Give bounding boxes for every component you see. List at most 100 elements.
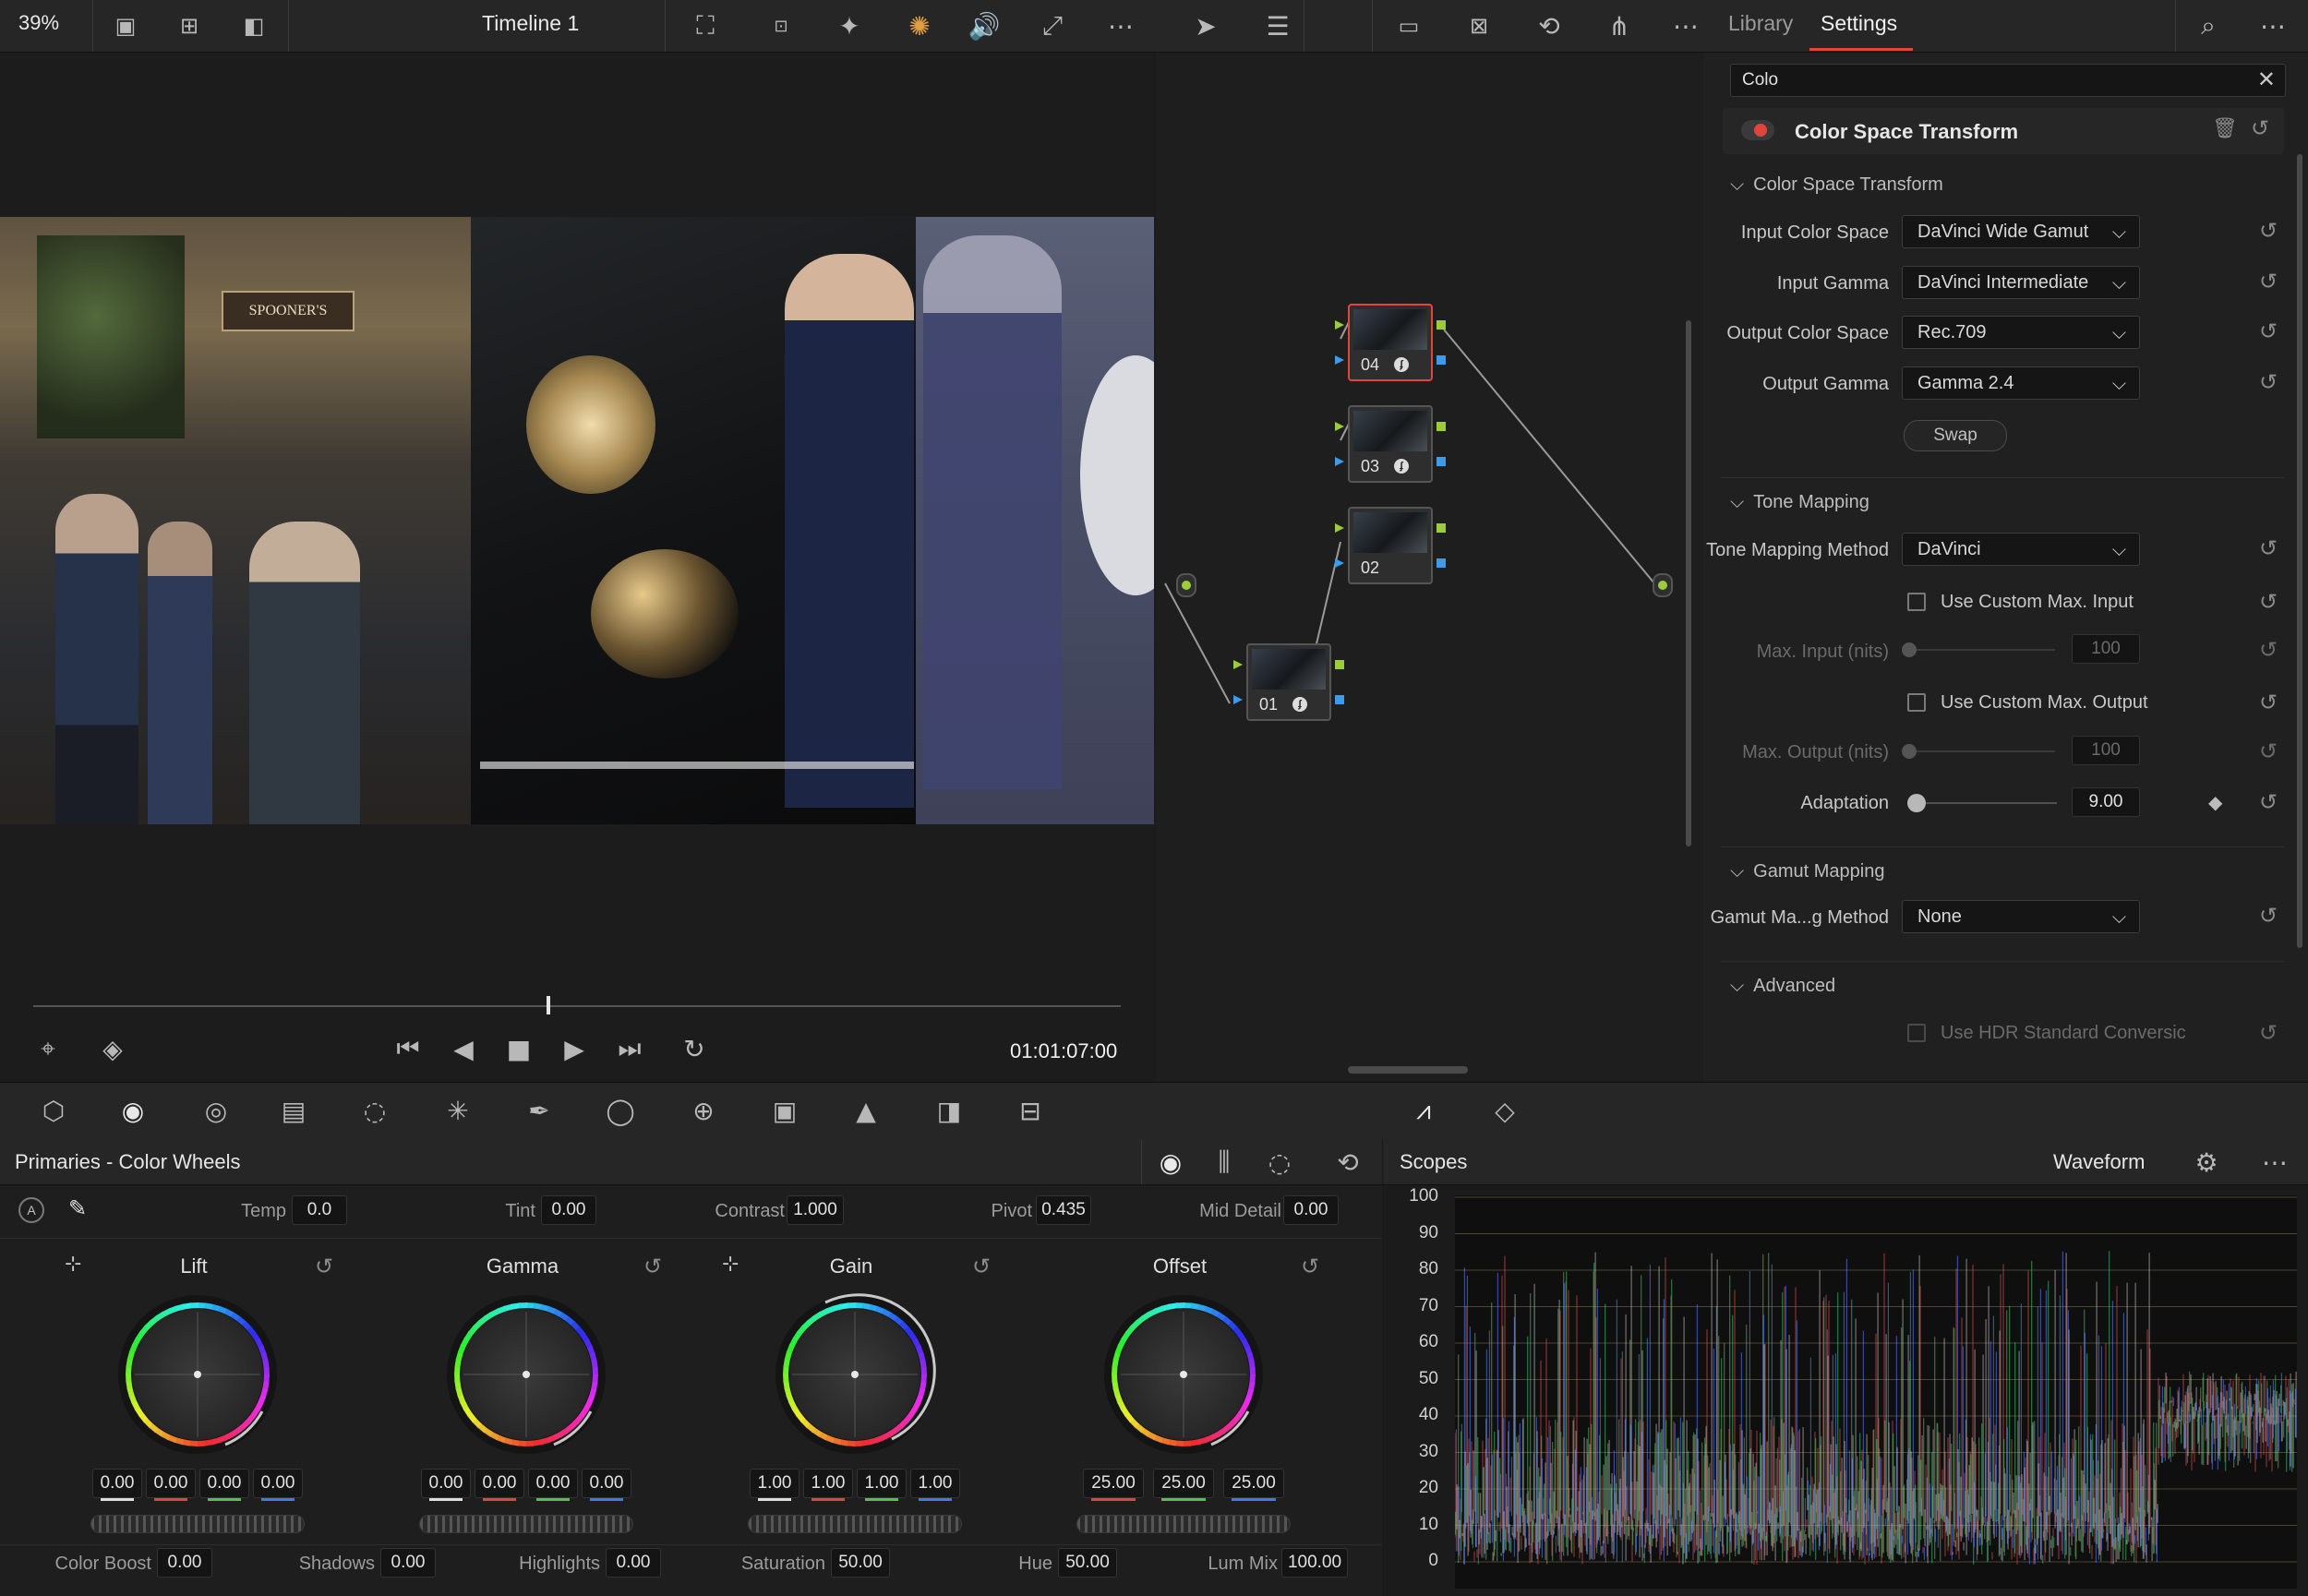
swap-button[interactable]: Swap — [1904, 420, 2007, 451]
keyframe-icon[interactable]: ◆ — [2208, 791, 2222, 813]
wheel-value[interactable]: 25.00 — [1153, 1469, 1214, 1501]
max-input-slider[interactable] — [1902, 642, 2055, 657]
layers-icon[interactable]: ◈ — [94, 1030, 131, 1067]
search-input[interactable]: Colo — [1742, 70, 1778, 90]
stop-icon[interactable]: ■ — [500, 1030, 537, 1067]
saturation-value[interactable]: 50.00 — [831, 1548, 890, 1578]
wheel-value[interactable]: 0.00 — [253, 1469, 303, 1501]
tab-library[interactable]: Library — [1728, 11, 1793, 36]
crosshair-picker-icon[interactable]: ⊹ — [65, 1253, 81, 1276]
effect-header[interactable]: Color Space Transform 🗑 ↺ — [1723, 108, 2284, 154]
split-viewer-icon[interactable]: ◧ — [235, 7, 272, 44]
search-field[interactable]: Colo ✕ — [1730, 64, 2286, 97]
viewer-image[interactable]: SPOONER'S — [0, 217, 1154, 824]
section-advanced[interactable]: ⌵ Advanced — [1730, 974, 1835, 997]
hdr-wheels-icon[interactable]: ◎ — [198, 1092, 234, 1129]
tracker-icon[interactable]: ⊕ — [685, 1092, 722, 1129]
primaries-wheels-icon[interactable]: ◉ — [1152, 1144, 1189, 1181]
key-icon[interactable]: ◨ — [931, 1092, 968, 1129]
max-input-value[interactable]: 100 — [2072, 634, 2140, 664]
pointer-icon[interactable]: ➤ — [1187, 7, 1224, 44]
input-gamma-dropdown[interactable]: DaVinci Intermediate ⌵ — [1902, 266, 2140, 299]
node-graph[interactable]: 04 ʄ 03 ʄ 02 01 ʄ — [1156, 53, 1701, 1081]
color-boost-value[interactable]: 0.00 — [157, 1548, 212, 1578]
timeline-name[interactable]: Timeline 1 — [482, 11, 579, 36]
skip-end-icon[interactable]: ⏭ — [611, 1030, 648, 1067]
max-output-value[interactable]: 100 — [2072, 736, 2140, 765]
tab-settings[interactable]: Settings — [1821, 11, 1897, 36]
hq-icon[interactable]: ⊡ — [763, 7, 799, 44]
zoom-level[interactable]: 39% — [18, 11, 59, 35]
step-back-icon[interactable]: ◀ — [445, 1030, 482, 1067]
reset-all-icon[interactable]: ⟲ — [1329, 1144, 1366, 1181]
node-02[interactable]: 02 — [1348, 507, 1433, 584]
hue-value[interactable]: 50.00 — [1058, 1548, 1117, 1578]
camera-raw-icon[interactable]: ⬡ — [35, 1092, 72, 1129]
color-wheel[interactable] — [772, 1291, 938, 1458]
node-graph-vscroll[interactable] — [1686, 320, 1691, 846]
effect-toggle[interactable] — [1741, 120, 1774, 140]
waveform-display[interactable] — [1455, 1195, 2297, 1589]
wheel-value[interactable]: 0.00 — [582, 1469, 631, 1501]
scrub-bar[interactable] — [33, 1005, 1121, 1007]
adaptation-value[interactable]: 9.00 — [2072, 787, 2140, 817]
magic-mask-icon[interactable]: ▣ — [766, 1092, 803, 1129]
reset-effect-icon[interactable]: ↺ — [2251, 115, 2269, 141]
mid-detail-value[interactable]: 0.00 — [1283, 1195, 1339, 1225]
node-graph-hscroll[interactable] — [1348, 1066, 1468, 1074]
gamut-method-dropdown[interactable]: None ⌵ — [1902, 900, 2140, 933]
play-icon[interactable]: ▶ — [556, 1030, 593, 1067]
input-color-space-dropdown[interactable]: DaVinci Wide Gamut ⌵ — [1902, 215, 2140, 248]
reset-icon[interactable]: ↺ — [2254, 902, 2282, 930]
input-port[interactable] — [1176, 573, 1196, 597]
wheel-value[interactable]: 0.00 — [92, 1469, 142, 1501]
sizing-icon[interactable]: ⊟ — [1012, 1092, 1049, 1129]
wheel-value[interactable]: 1.00 — [910, 1469, 960, 1501]
reset-icon[interactable]: ↺ — [2254, 318, 2282, 345]
color-wheels-icon[interactable]: ◉ — [114, 1092, 151, 1129]
reset-icon[interactable]: ↺ — [968, 1253, 995, 1280]
zoom-frame-icon[interactable]: ⊠ — [1461, 7, 1497, 44]
log-wheels-icon[interactable]: ◌ — [1261, 1144, 1298, 1181]
section-tone-mapping[interactable]: ⌵ Tone Mapping — [1730, 490, 1869, 513]
reset-icon[interactable]: ↺ — [1296, 1253, 1324, 1280]
rgb-mixer-icon[interactable]: ▤ — [275, 1092, 312, 1129]
custom-max-output-checkbox[interactable] — [1907, 693, 1926, 712]
tint-value[interactable]: 0.00 — [541, 1195, 596, 1225]
contrast-value[interactable]: 1.000 — [787, 1195, 844, 1225]
node-graph-icon[interactable]: ⋔ — [1601, 7, 1638, 44]
reset-icon[interactable]: ↺ — [2254, 368, 2282, 396]
reset-icon[interactable]: ↺ — [2254, 788, 2282, 816]
reset-icon[interactable]: ↺ — [2254, 217, 2282, 245]
color-wheel[interactable] — [443, 1291, 609, 1458]
primaries-bars-icon[interactable]: ⫼ — [1206, 1144, 1243, 1181]
reset-icon[interactable]: ↺ — [310, 1253, 338, 1280]
pivot-value[interactable]: 0.435 — [1036, 1195, 1091, 1225]
wheel-value[interactable]: 0.00 — [421, 1469, 471, 1501]
grab-still-icon[interactable]: ⌖ — [30, 1030, 66, 1067]
wheel-value[interactable]: 25.00 — [1083, 1469, 1144, 1501]
custom-max-input-checkbox[interactable] — [1907, 593, 1926, 611]
info-icon[interactable]: ◇ — [1486, 1092, 1523, 1129]
search-icon[interactable]: ⌕ — [2190, 7, 2227, 44]
inspector-more-icon[interactable]: ⋯ — [2254, 7, 2291, 44]
image-icon[interactable]: ▭ — [1390, 7, 1427, 44]
crosshair-picker-icon[interactable]: ⊹ — [722, 1253, 739, 1276]
single-viewer-icon[interactable]: ▣ — [107, 7, 144, 44]
color-fx-icon[interactable]: ✺ — [901, 7, 938, 44]
clear-search-icon[interactable]: ✕ — [2257, 66, 2276, 92]
reset-icon[interactable]: ↺ — [2254, 534, 2282, 562]
inspector-scrollbar[interactable] — [2297, 154, 2302, 948]
reset-icon[interactable]: ↺ — [2254, 588, 2282, 616]
node-03[interactable]: 03 ʄ — [1348, 405, 1433, 483]
picker-icon[interactable]: ✎ — [68, 1195, 87, 1221]
highlights-value[interactable]: 0.00 — [606, 1548, 661, 1578]
wheel-value[interactable]: 1.00 — [857, 1469, 907, 1501]
scope-settings-icon[interactable]: ⚙ — [2188, 1144, 2225, 1181]
adaptation-slider[interactable] — [1907, 794, 2057, 812]
motion-effects-icon[interactable]: ◌ — [356, 1092, 393, 1129]
color-wheel[interactable] — [1100, 1291, 1267, 1458]
wheel-value[interactable]: 0.00 — [146, 1469, 196, 1501]
master-wheel-jog[interactable] — [90, 1515, 305, 1533]
node-04[interactable]: 04 ʄ — [1348, 304, 1433, 381]
